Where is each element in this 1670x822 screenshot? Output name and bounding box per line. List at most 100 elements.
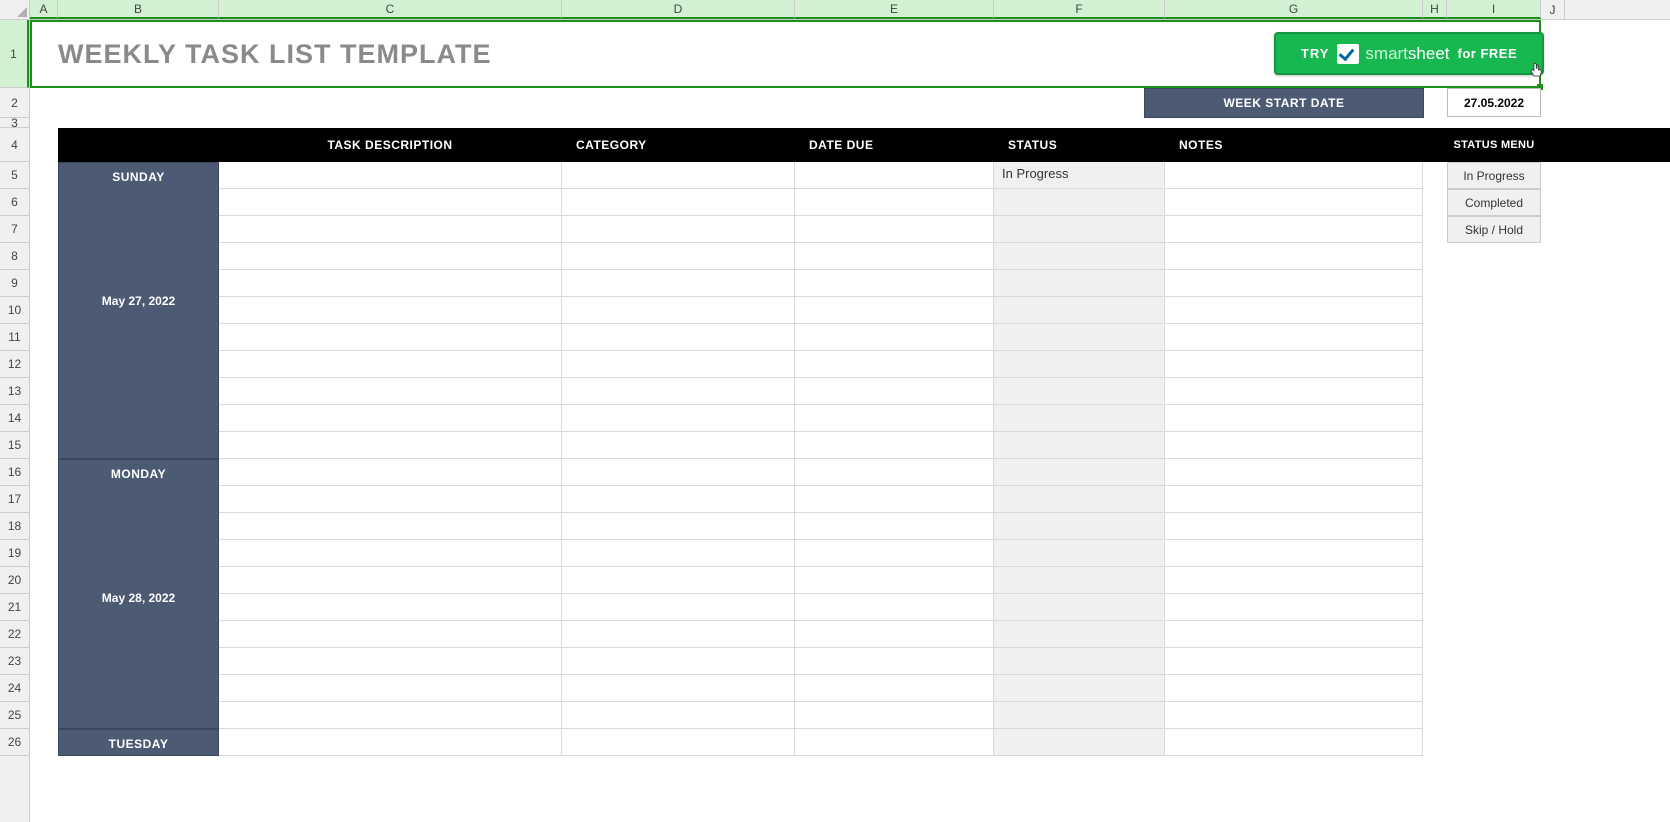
cell-date-due[interactable] bbox=[795, 729, 994, 756]
cell-date-due[interactable] bbox=[795, 567, 994, 594]
row-header-19[interactable]: 19 bbox=[0, 540, 29, 567]
cell-task[interactable] bbox=[219, 594, 562, 621]
cell-date-due[interactable] bbox=[795, 270, 994, 297]
cell-status[interactable] bbox=[994, 270, 1165, 297]
row-header-17[interactable]: 17 bbox=[0, 486, 29, 513]
cell-notes[interactable] bbox=[1165, 270, 1423, 297]
cell-status[interactable]: In Progress bbox=[994, 162, 1165, 189]
cell-category[interactable] bbox=[562, 540, 795, 567]
cell-category[interactable] bbox=[562, 378, 795, 405]
cell-task[interactable] bbox=[219, 729, 562, 756]
col-header-I[interactable]: I bbox=[1447, 0, 1541, 19]
cell-date-due[interactable] bbox=[795, 648, 994, 675]
cell-category[interactable] bbox=[562, 432, 795, 459]
cell-status[interactable] bbox=[994, 324, 1165, 351]
cell-notes[interactable] bbox=[1165, 459, 1423, 486]
cell-notes[interactable] bbox=[1165, 594, 1423, 621]
cell-status[interactable] bbox=[994, 513, 1165, 540]
cell-category[interactable] bbox=[562, 405, 795, 432]
cell-status[interactable] bbox=[994, 648, 1165, 675]
cell-task[interactable] bbox=[219, 540, 562, 567]
cell-date-due[interactable] bbox=[795, 513, 994, 540]
cell-category[interactable] bbox=[562, 459, 795, 486]
col-header-J[interactable]: J bbox=[1541, 0, 1565, 19]
cell-notes[interactable] bbox=[1165, 486, 1423, 513]
cell-status[interactable] bbox=[994, 459, 1165, 486]
cell-task[interactable] bbox=[219, 162, 562, 189]
row-header-5[interactable]: 5 bbox=[0, 162, 29, 189]
cell-category[interactable] bbox=[562, 594, 795, 621]
cell-status[interactable] bbox=[994, 432, 1165, 459]
row-header-2[interactable]: 2 bbox=[0, 88, 29, 118]
col-header-B[interactable]: B bbox=[58, 0, 219, 19]
col-header-C[interactable]: C bbox=[219, 0, 562, 19]
cell-task[interactable] bbox=[219, 567, 562, 594]
col-header-E[interactable]: E bbox=[795, 0, 994, 19]
row-header-6[interactable]: 6 bbox=[0, 189, 29, 216]
cell-date-due[interactable] bbox=[795, 189, 994, 216]
cell-notes[interactable] bbox=[1165, 216, 1423, 243]
cell-date-due[interactable] bbox=[795, 378, 994, 405]
col-header-H[interactable]: H bbox=[1423, 0, 1447, 19]
cell-category[interactable] bbox=[562, 675, 795, 702]
cell-task[interactable] bbox=[219, 621, 562, 648]
cell-category[interactable] bbox=[562, 729, 795, 756]
row-header-11[interactable]: 11 bbox=[0, 324, 29, 351]
cell-date-due[interactable] bbox=[795, 486, 994, 513]
cell-notes[interactable] bbox=[1165, 702, 1423, 729]
cell-notes[interactable] bbox=[1165, 297, 1423, 324]
try-smartsheet-button[interactable]: TRY smartsheet for FREE bbox=[1274, 32, 1544, 75]
cell-notes[interactable] bbox=[1165, 189, 1423, 216]
cell-status[interactable] bbox=[994, 729, 1165, 756]
row-header-21[interactable]: 21 bbox=[0, 594, 29, 621]
row-header-20[interactable]: 20 bbox=[0, 567, 29, 594]
week-start-date-value[interactable]: 27.05.2022 bbox=[1447, 88, 1541, 117]
cell-status[interactable] bbox=[994, 351, 1165, 378]
row-header-13[interactable]: 13 bbox=[0, 378, 29, 405]
cell-task[interactable] bbox=[219, 459, 562, 486]
cell-date-due[interactable] bbox=[795, 621, 994, 648]
cell-category[interactable] bbox=[562, 486, 795, 513]
cell-category[interactable] bbox=[562, 324, 795, 351]
col-header-F[interactable]: F bbox=[994, 0, 1165, 19]
cell-status[interactable] bbox=[994, 189, 1165, 216]
cell-status[interactable] bbox=[994, 486, 1165, 513]
cell-date-due[interactable] bbox=[795, 162, 994, 189]
cell-notes[interactable] bbox=[1165, 432, 1423, 459]
cell-notes[interactable] bbox=[1165, 621, 1423, 648]
cell-task[interactable] bbox=[219, 513, 562, 540]
cell-status[interactable] bbox=[994, 675, 1165, 702]
cell-date-due[interactable] bbox=[795, 702, 994, 729]
cell-category[interactable] bbox=[562, 621, 795, 648]
row-header-23[interactable]: 23 bbox=[0, 648, 29, 675]
cell-date-due[interactable] bbox=[795, 216, 994, 243]
cell-notes[interactable] bbox=[1165, 378, 1423, 405]
row-header-15[interactable]: 15 bbox=[0, 432, 29, 459]
row-header-9[interactable]: 9 bbox=[0, 270, 29, 297]
cell-status[interactable] bbox=[994, 594, 1165, 621]
cell-category[interactable] bbox=[562, 513, 795, 540]
cell-task[interactable] bbox=[219, 648, 562, 675]
cell-notes[interactable] bbox=[1165, 351, 1423, 378]
cell-category[interactable] bbox=[562, 189, 795, 216]
col-header-A[interactable]: A bbox=[30, 0, 58, 19]
cell-category[interactable] bbox=[562, 351, 795, 378]
cell-category[interactable] bbox=[562, 270, 795, 297]
status-menu-item[interactable]: In Progress bbox=[1447, 162, 1541, 189]
cell-notes[interactable] bbox=[1165, 648, 1423, 675]
cell-date-due[interactable] bbox=[795, 324, 994, 351]
row-header-16[interactable]: 16 bbox=[0, 459, 29, 486]
cell-date-due[interactable] bbox=[795, 594, 994, 621]
cell-task[interactable] bbox=[219, 675, 562, 702]
cell-date-due[interactable] bbox=[795, 351, 994, 378]
cell-status[interactable] bbox=[994, 540, 1165, 567]
cell-task[interactable] bbox=[219, 324, 562, 351]
row-header-7[interactable]: 7 bbox=[0, 216, 29, 243]
row-header-26[interactable]: 26 bbox=[0, 729, 29, 756]
cell-date-due[interactable] bbox=[795, 459, 994, 486]
cell-date-due[interactable] bbox=[795, 405, 994, 432]
cell-date-due[interactable] bbox=[795, 432, 994, 459]
row-header-4[interactable]: 4 bbox=[0, 128, 29, 162]
row-header-10[interactable]: 10 bbox=[0, 297, 29, 324]
cell-status[interactable] bbox=[994, 216, 1165, 243]
